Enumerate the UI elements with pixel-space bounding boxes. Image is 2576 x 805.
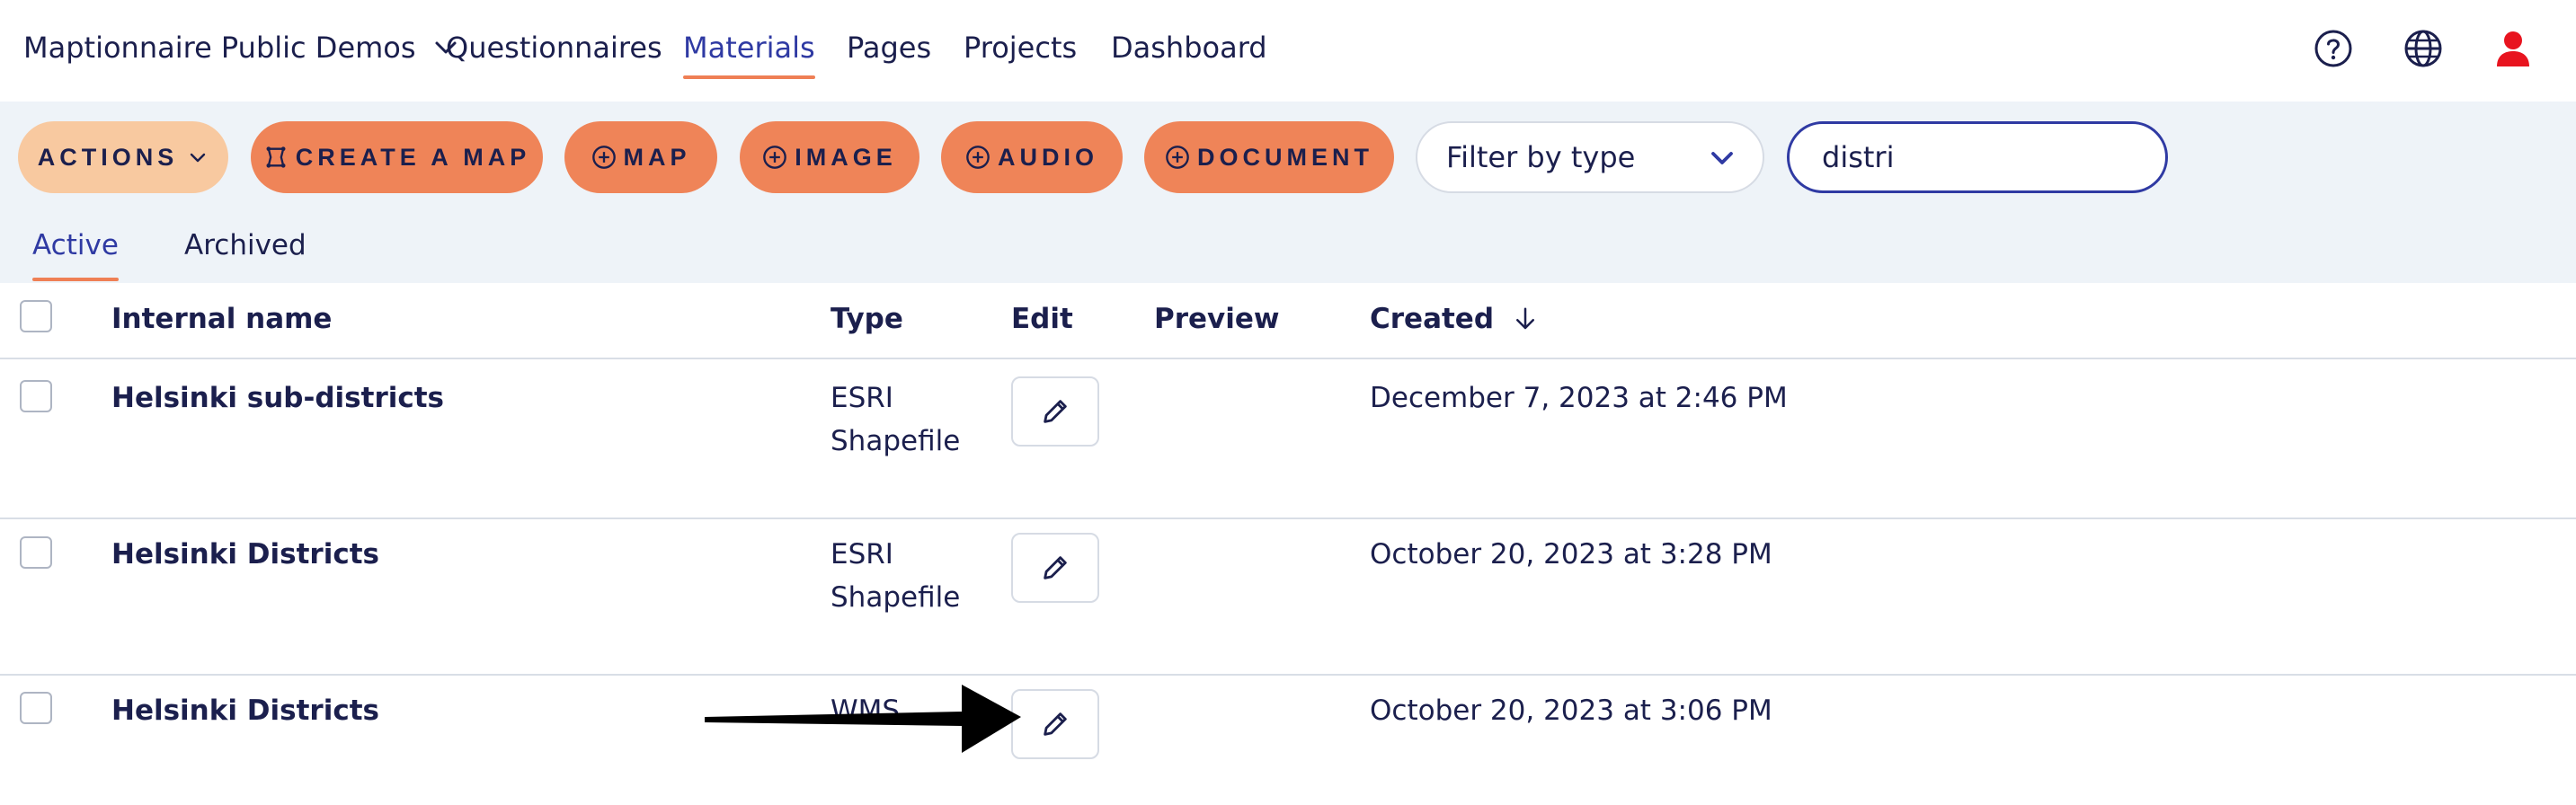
- nav-pages[interactable]: Pages: [847, 31, 931, 65]
- row-created: October 20, 2023 at 3:28 PM: [1370, 538, 1772, 571]
- row-created: December 7, 2023 at 2:46 PM: [1370, 382, 1788, 414]
- plus-circle-icon: [1166, 146, 1189, 169]
- row-type-line2: Shapefile: [831, 581, 961, 614]
- add-audio-label: AUDIO: [998, 143, 1098, 171]
- row-divider: [0, 674, 2576, 676]
- plus-circle-icon: [966, 146, 990, 169]
- create-map-button[interactable]: CREATE A MAP: [251, 121, 543, 193]
- plus-circle-icon: [763, 146, 787, 169]
- user-icon[interactable]: [2492, 27, 2535, 70]
- add-audio-button[interactable]: AUDIO: [941, 121, 1123, 193]
- globe-icon[interactable]: [2402, 27, 2445, 70]
- pencil-icon: [1044, 556, 1067, 579]
- row-type-line1: ESRI: [831, 382, 893, 414]
- row-type-line1: ESRI: [831, 538, 893, 571]
- row-internal-name[interactable]: Helsinki Districts: [111, 538, 379, 571]
- actions-button[interactable]: ACTIONS: [18, 121, 228, 193]
- select-all-checkbox[interactable]: [20, 300, 52, 332]
- row-created: October 20, 2023 at 3:06 PM: [1370, 694, 1772, 727]
- header-internal-name[interactable]: Internal name: [111, 303, 332, 335]
- chevron-down-icon: [191, 153, 206, 163]
- edit-button[interactable]: [1011, 376, 1099, 447]
- nav-questionnaires[interactable]: Questionnaires: [446, 31, 662, 65]
- add-map-label: MAP: [623, 143, 691, 171]
- row-divider: [0, 518, 2576, 519]
- pointer-arrow-icon: [705, 685, 1021, 753]
- top-navigation: Maptionnaire Public Demos Questionnaires…: [0, 0, 2576, 102]
- tab-active[interactable]: Active: [32, 229, 119, 281]
- actions-label: ACTIONS: [37, 143, 179, 171]
- pencil-icon: [1044, 712, 1067, 736]
- nav-dashboard[interactable]: Dashboard: [1111, 31, 1267, 65]
- org-name: Maptionnaire Public Demos: [23, 31, 416, 65]
- row-checkbox[interactable]: [20, 692, 52, 724]
- row-checkbox[interactable]: [20, 380, 52, 412]
- header-divider: [0, 358, 2576, 359]
- row-type-line2: Shapefile: [831, 425, 961, 457]
- row-checkbox[interactable]: [20, 536, 52, 569]
- arrow-down-icon: [1516, 307, 1535, 330]
- header-created[interactable]: Created: [1370, 303, 1539, 335]
- add-document-label: DOCUMENT: [1197, 143, 1373, 171]
- pencil-icon: [1044, 400, 1067, 423]
- row-internal-name[interactable]: Helsinki sub-districts: [111, 382, 444, 414]
- filter-value: Filter by type: [1446, 140, 1636, 174]
- nav-projects[interactable]: Projects: [964, 31, 1077, 65]
- search-input[interactable]: [1787, 121, 2168, 193]
- org-selector[interactable]: Maptionnaire Public Demos: [23, 31, 459, 65]
- row-internal-name[interactable]: Helsinki Districts: [111, 694, 379, 727]
- edit-button[interactable]: [1011, 533, 1099, 603]
- header-created-label: Created: [1370, 303, 1495, 335]
- create-map-label: CREATE A MAP: [295, 143, 531, 171]
- header-edit: Edit: [1011, 303, 1073, 335]
- map-shape-icon: [266, 146, 286, 168]
- chevron-down-icon: [1711, 152, 1733, 164]
- add-map-button[interactable]: MAP: [564, 121, 717, 193]
- header-type[interactable]: Type: [831, 303, 903, 335]
- help-icon[interactable]: [2312, 27, 2355, 70]
- row-type: ESRI Shapefile: [831, 533, 960, 619]
- add-image-label: IMAGE: [795, 143, 897, 171]
- plus-circle-icon: [591, 146, 616, 169]
- nav-materials[interactable]: Materials: [683, 31, 815, 79]
- tab-archived[interactable]: Archived: [184, 229, 306, 261]
- add-document-button[interactable]: DOCUMENT: [1144, 121, 1394, 193]
- header-preview: Preview: [1154, 303, 1280, 335]
- filter-by-type-select[interactable]: Filter by type: [1416, 121, 1764, 193]
- add-image-button[interactable]: IMAGE: [740, 121, 919, 193]
- row-type: ESRI Shapefile: [831, 376, 960, 463]
